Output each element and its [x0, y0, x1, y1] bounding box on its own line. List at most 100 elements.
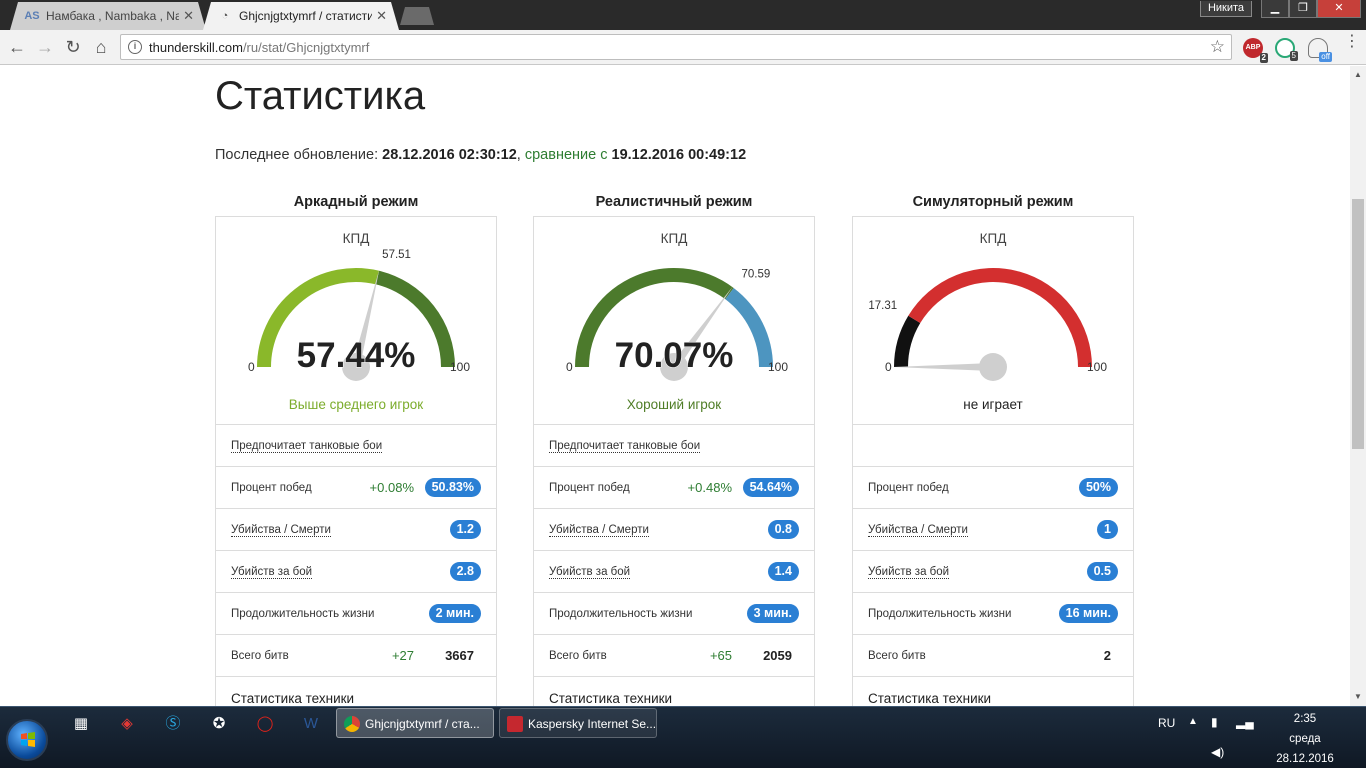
- vehicle-stats-link[interactable]: Статистика техники: [868, 691, 991, 706]
- home-icon[interactable]: ⌂: [90, 37, 112, 59]
- tray-expand-icon[interactable]: ▲: [1188, 716, 1198, 727]
- stat-label[interactable]: Убийств за бой: [549, 566, 631, 579]
- stat-label[interactable]: Предпочитает танковые бои: [549, 440, 701, 453]
- gauge-label: КПД: [660, 231, 688, 246]
- tech-stats-row: Статистика техники: [853, 677, 1133, 706]
- gauge-marker-label: 17.31: [868, 300, 897, 312]
- stat-row: Предпочитает танковые бои: [534, 425, 814, 467]
- stat-label[interactable]: Убийства / Смерти: [549, 524, 649, 537]
- stat-row: Убийства / Смерти 1.2: [216, 509, 496, 551]
- task-title: Ghjcnjgtxtymrf / ста...: [365, 717, 480, 731]
- tech-stats-row: Статистика техники: [534, 677, 814, 706]
- stat-row: Процент побед 50%: [853, 467, 1133, 509]
- mode-arcade: Аркадный режим КПД 57.51 0 100 57.44% Выше сре…: [215, 194, 497, 706]
- clock-date: 28.12.2016: [1276, 753, 1334, 765]
- kpd-gauge: КПД 57.51 0 100 57.44% Выше среднего игрок: [216, 217, 496, 425]
- gauge-favicon-icon: ◔: [221, 10, 229, 22]
- bookmark-star-icon[interactable]: ☆: [1210, 37, 1225, 57]
- stat-row: Убийств за бой 1.4: [534, 551, 814, 593]
- stat-value-badge: 1.4: [767, 562, 799, 581]
- mode-title: Аркадный режим: [293, 194, 419, 210]
- stat-value-badge: 2.8: [449, 562, 481, 581]
- stat-label[interactable]: Убийств за бой: [868, 566, 950, 579]
- gauge-svg: 70.59 0 100 70.07%: [566, 268, 788, 381]
- vehicle-stats-link[interactable]: Статистика техники: [549, 691, 672, 706]
- gauge-min-label: 0: [885, 360, 892, 374]
- info-icon[interactable]: i: [128, 40, 142, 54]
- green-extension-icon[interactable]: 5: [1275, 38, 1298, 61]
- opera-icon[interactable]: ◯: [254, 713, 276, 735]
- stat-value-badge: 54.64%: [742, 478, 799, 497]
- windows-taskbar: ▦ ◈ Ⓢ ✪ ◯ W Ghjcnjgtxtymrf / ста... Kasp…: [0, 706, 1366, 768]
- mode-realistic: Реалистичный режим КПД 70.59 0 100 70.07% Хоро…: [533, 194, 815, 706]
- calculator-icon[interactable]: ▦: [70, 713, 92, 735]
- stat-label: Продолжительность жизни: [231, 608, 375, 620]
- update-label: Последнее обновление:: [215, 147, 379, 163]
- keyboard-language[interactable]: RU: [1158, 716, 1175, 730]
- stat-label[interactable]: Убийств за бой: [231, 566, 313, 579]
- tab-title: Ghjcnjgtxtymrf / статистика: [239, 9, 373, 23]
- chrome-icon: [344, 716, 360, 732]
- tab-close-icon[interactable]: ✕: [183, 8, 194, 24]
- stat-row: Продолжительность жизни 2 мин.: [216, 593, 496, 635]
- stat-label[interactable]: Убийства / Смерти: [868, 524, 968, 537]
- page-scrollbar[interactable]: ▲ ▼: [1350, 66, 1366, 706]
- tab-close-icon[interactable]: ✕: [376, 8, 387, 24]
- comparison-link[interactable]: сравнение: [525, 147, 596, 163]
- stat-row: Убийств за бой 0.5: [853, 551, 1133, 593]
- notification-extension-icon[interactable]: off: [1308, 38, 1332, 62]
- address-bar[interactable]: i thunderskill.com/ru/stat/Ghjcnjgtxtymr…: [120, 34, 1232, 60]
- vehicle-stats-link[interactable]: Статистика техники: [231, 691, 354, 706]
- gauge-max-label: 100: [1087, 360, 1107, 374]
- reload-icon[interactable]: ↻: [62, 37, 84, 59]
- word-icon[interactable]: W: [300, 713, 322, 735]
- gauge-value: 57.44%: [297, 336, 416, 375]
- volume-icon[interactable]: ◀): [1211, 745, 1224, 759]
- system-clock[interactable]: 2:35 среда 28.12.2016: [1270, 709, 1340, 768]
- gauge-value: 70.07%: [615, 336, 734, 375]
- stat-row: Продолжительность жизни 3 мин.: [534, 593, 814, 635]
- stat-value-badge: 1.2: [449, 520, 481, 539]
- gauge-svg: 17.31 0 100: [868, 268, 1107, 381]
- taskbar-task-chrome[interactable]: Ghjcnjgtxtymrf / ста...: [336, 708, 494, 738]
- gauge-max-label: 100: [768, 360, 788, 374]
- browser-toolbar: ← → ↻ ⌂ i thunderskill.com/ru/stat/Ghjcn…: [0, 30, 1366, 65]
- stat-label[interactable]: Предпочитает танковые бои: [231, 440, 383, 453]
- tab-nambaka[interactable]: AS Намбака , Nambaka , Na ✕: [10, 2, 206, 30]
- mode-simulator: Симуляторный режим КПД 17.31 0 100 не играет П…: [852, 194, 1134, 706]
- network-signal-icon[interactable]: ▂▄: [1236, 715, 1254, 729]
- adblock-extension-icon[interactable]: ABP 2: [1243, 38, 1268, 63]
- url-text[interactable]: thunderskill.com/ru/stat/Ghjcnjgtxtymrf: [149, 40, 369, 55]
- scroll-down-icon[interactable]: ▼: [1354, 692, 1362, 701]
- gauge-svg: 57.51 0 100 57.44%: [248, 249, 470, 381]
- stat-label[interactable]: Убийства / Смерти: [231, 524, 331, 537]
- forward-arrow-icon[interactable]: →: [34, 37, 56, 59]
- back-arrow-icon[interactable]: ←: [6, 37, 28, 59]
- taskbar-task-kaspersky[interactable]: Kaspersky Internet Se...: [499, 708, 657, 738]
- ccleaner-icon[interactable]: ◈: [116, 713, 138, 735]
- new-tab-button[interactable]: [400, 7, 434, 25]
- minimize-button[interactable]: ▁: [1261, 0, 1289, 18]
- clock-time: 2:35: [1293, 713, 1317, 725]
- window-close-button[interactable]: ✕: [1317, 0, 1361, 18]
- profile-button[interactable]: Никита: [1200, 1, 1252, 17]
- gauge-min-label: 0: [566, 360, 573, 374]
- comparison-prefix: с: [600, 147, 608, 163]
- stat-value: 2059: [763, 648, 792, 663]
- chrome-menu-icon[interactable]: ⋮: [1344, 34, 1360, 50]
- scroll-up-icon[interactable]: ▲: [1354, 70, 1362, 79]
- gauge-max-label: 100: [450, 360, 470, 374]
- skype-icon[interactable]: Ⓢ: [162, 713, 184, 735]
- stat-value: 2: [1103, 648, 1111, 663]
- stat-value-badge: 0.8: [767, 520, 799, 539]
- tab-thunderskill[interactable]: ◔ Ghjcnjgtxtymrf / статистика ✕: [203, 2, 399, 30]
- windows-logo-icon: [21, 732, 35, 747]
- scrollbar-thumb[interactable]: [1352, 199, 1364, 449]
- maximize-button[interactable]: ❐: [1289, 0, 1317, 18]
- stat-value-badge: 2 мин.: [428, 604, 481, 623]
- start-button[interactable]: [6, 719, 48, 761]
- stat-delta: +0.08%: [369, 480, 414, 495]
- player-status: Хороший игрок: [626, 397, 722, 412]
- game-center-icon[interactable]: ✪: [208, 713, 230, 735]
- battery-icon[interactable]: ▮: [1211, 715, 1218, 729]
